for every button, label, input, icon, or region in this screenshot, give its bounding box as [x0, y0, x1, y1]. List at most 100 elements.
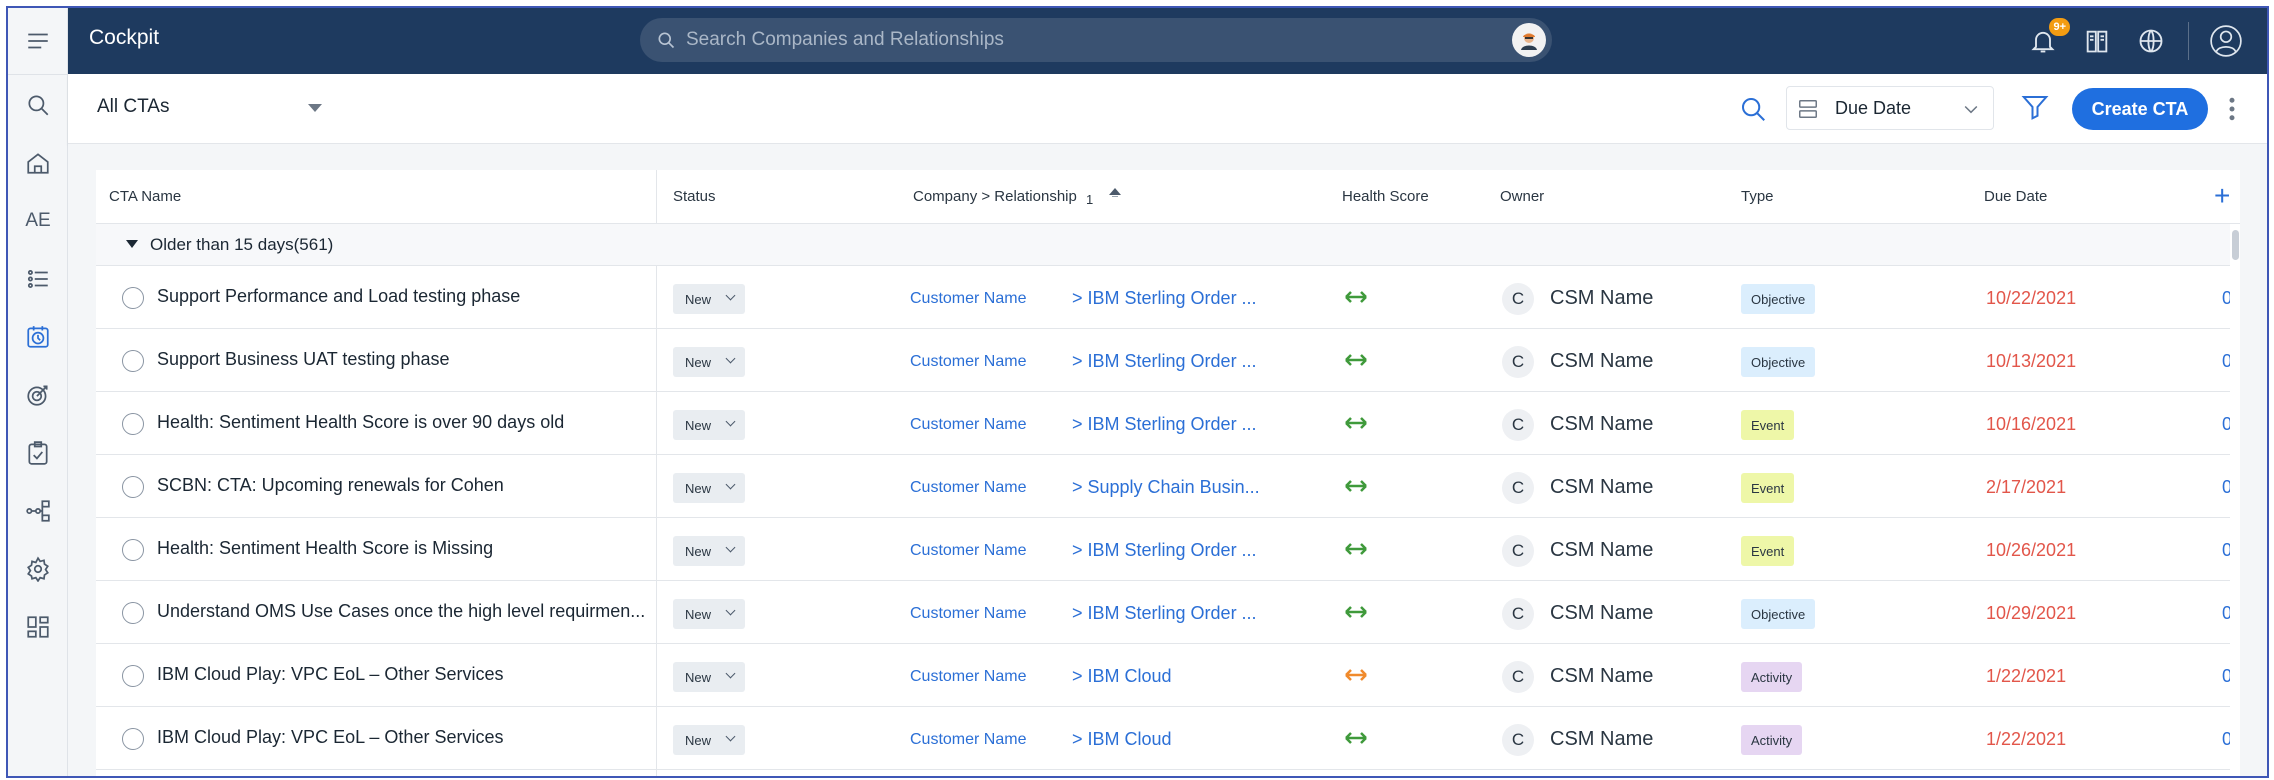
relationship-link[interactable]: > IBM Sterling Order ...	[1072, 351, 1257, 372]
status-select[interactable]: New	[673, 473, 745, 503]
table-row[interactable]: IBM Cloud Play: VPC EoL – Other Services…	[96, 707, 2240, 770]
cta-name[interactable]: Health: Sentiment Health Score is Missin…	[157, 538, 493, 559]
group-row[interactable]: Older than 15 days(561)	[96, 224, 2240, 266]
col-company[interactable]: Company > Relationship	[913, 188, 1077, 205]
table-row[interactable]: Support Business UAT testing phase New Cus…	[96, 329, 2240, 392]
table-row[interactable]: IBM Cloud Play: VPC EoL – Other Services…	[96, 644, 2240, 707]
gear-icon[interactable]	[8, 544, 68, 594]
target-icon[interactable]	[8, 370, 68, 420]
cta-name[interactable]: Health: Sentiment Health Score is over 9…	[157, 412, 564, 433]
search-icon[interactable]	[8, 80, 68, 130]
menu-icon[interactable]	[8, 16, 68, 66]
relationship-link[interactable]: > IBM Sterling Order ...	[1072, 540, 1257, 561]
top-icons: 9+	[2026, 8, 2243, 74]
cta-name[interactable]: IBM Cloud Play: VPC EoL – Other Services	[157, 664, 503, 685]
col-due-date[interactable]: Due Date	[1984, 188, 2047, 205]
chevron-down-icon	[725, 668, 736, 679]
health-arrow-icon	[1345, 732, 1367, 744]
clipboard-icon[interactable]	[8, 428, 68, 478]
status-select[interactable]: New	[673, 347, 745, 377]
relationship-link[interactable]: > IBM Cloud	[1072, 666, 1172, 687]
company-link[interactable]: Customer Name	[910, 605, 1026, 623]
caret-down-icon[interactable]	[126, 240, 138, 248]
plus-icon[interactable]: +	[2214, 180, 2230, 212]
kebab-icon[interactable]	[2226, 94, 2238, 124]
company-link[interactable]: Customer Name	[910, 479, 1026, 497]
scrollbar-thumb[interactable]	[2232, 230, 2239, 260]
globe-icon[interactable]	[2134, 24, 2168, 58]
table-row[interactable]: Health: Sentiment Health Score is over 9…	[96, 392, 2240, 455]
create-cta-button[interactable]: Create CTA	[2072, 88, 2208, 130]
type-badge: Activity	[1741, 662, 1803, 692]
table-header: CTA Name Status Company > Relationship 1…	[96, 170, 2240, 224]
flow-icon[interactable]	[8, 486, 68, 536]
row-radio[interactable]	[122, 287, 144, 309]
cta-name[interactable]: Support Business UAT testing phase	[157, 349, 450, 370]
search-icon[interactable]	[1738, 94, 1768, 124]
col-owner[interactable]: Owner	[1500, 188, 1544, 205]
due-date: 10/29/2021	[1986, 603, 2077, 623]
bell-icon[interactable]: 9+	[2026, 18, 2070, 58]
chevron-down-icon	[1964, 105, 1978, 114]
table-row[interactable]: Support Performance and Load testing pha…	[96, 266, 2240, 329]
relationship-link[interactable]: > IBM Cloud	[1072, 729, 1172, 750]
sort-asc-icon[interactable]	[1109, 188, 1121, 195]
company-link[interactable]: Customer Name	[910, 353, 1026, 371]
type-badge: Event	[1741, 410, 1795, 440]
relationship-link[interactable]: > Supply Chain Busin...	[1072, 477, 1260, 498]
chevron-down-icon[interactable]	[308, 104, 322, 112]
filter-icon[interactable]	[2020, 92, 2050, 122]
home-icon[interactable]	[8, 138, 68, 188]
cta-name[interactable]: Understand OMS Use Cases once the high l…	[157, 601, 645, 622]
company-link[interactable]: Customer Name	[910, 668, 1026, 686]
cta-name[interactable]: IBM Cloud Play: VPC EoL – Other Services	[157, 727, 503, 748]
row-radio[interactable]	[122, 476, 144, 498]
status-select[interactable]: New	[673, 536, 745, 566]
status-select[interactable]: New	[673, 284, 745, 314]
search-icon	[658, 32, 675, 49]
relationship-link[interactable]: > IBM Sterling Order ...	[1072, 414, 1257, 435]
type-badge: Objective	[1741, 284, 1816, 314]
cockpit-icon[interactable]	[8, 312, 68, 362]
company-link[interactable]: Customer Name	[910, 290, 1026, 308]
view-select[interactable]: All CTAs	[97, 96, 169, 118]
dashboard-icon[interactable]	[8, 602, 68, 652]
company-link[interactable]: Customer Name	[910, 731, 1026, 749]
list-icon[interactable]	[8, 254, 68, 304]
sort-select[interactable]: Due Date	[1786, 86, 1994, 130]
health-arrow-icon	[1345, 417, 1367, 429]
col-cta-name[interactable]: CTA Name	[109, 188, 181, 205]
row-radio[interactable]	[122, 665, 144, 687]
company-link[interactable]: Customer Name	[910, 416, 1026, 434]
row-radio[interactable]	[122, 350, 144, 372]
row-radio[interactable]	[122, 539, 144, 561]
user-icon[interactable]	[2209, 24, 2243, 58]
status-select[interactable]: New	[673, 725, 745, 755]
book-icon[interactable]	[2080, 24, 2114, 58]
table-row[interactable]: Understand OMS Use Cases once the high l…	[96, 581, 2240, 644]
relationship-link[interactable]: > IBM Sterling Order ...	[1072, 288, 1257, 309]
company-link[interactable]: Customer Name	[910, 542, 1026, 560]
top-bar: Cockpit 9+	[68, 8, 2267, 74]
row-radio[interactable]	[122, 728, 144, 750]
avatar: C	[1502, 472, 1534, 504]
avatar: C	[1502, 346, 1534, 378]
relationship-link[interactable]: > IBM Sterling Order ...	[1072, 603, 1257, 624]
col-status[interactable]: Status	[673, 188, 716, 205]
status-select[interactable]: New	[673, 410, 745, 440]
type-badge: Activity	[1741, 725, 1803, 755]
scrollbar[interactable]	[2230, 224, 2240, 776]
table-row[interactable]: Health: Sentiment Health Score is Missin…	[96, 518, 2240, 581]
cta-name[interactable]: Support Performance and Load testing pha…	[157, 286, 520, 307]
search-input[interactable]	[686, 18, 1506, 62]
row-radio[interactable]	[122, 413, 144, 435]
row-radio[interactable]	[122, 602, 144, 624]
status-select[interactable]: New	[673, 662, 745, 692]
table-row[interactable]: SCBN: CTA: Upcoming renewals for Cohen Ne…	[96, 455, 2240, 518]
status-select[interactable]: New	[673, 599, 745, 629]
rail-item-ae[interactable]: AE	[8, 196, 68, 246]
col-health[interactable]: Health Score	[1342, 188, 1429, 205]
cta-name[interactable]: SCBN: CTA: Upcoming renewals for Cohen	[157, 475, 504, 496]
assistant-avatar[interactable]	[1512, 23, 1546, 57]
col-type[interactable]: Type	[1741, 188, 1774, 205]
